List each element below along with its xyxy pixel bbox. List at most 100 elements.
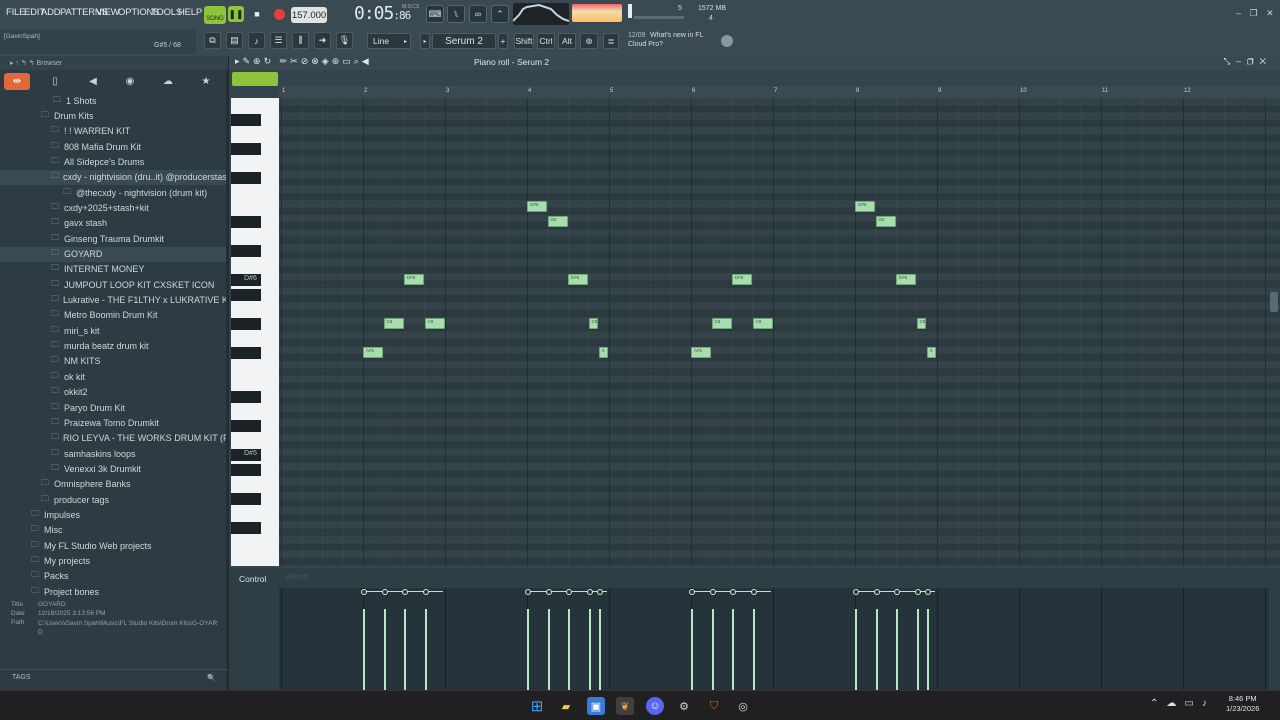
browser-tab-plugins[interactable]: ◀ xyxy=(80,73,106,90)
snap-selector[interactable]: Line ▸ xyxy=(367,33,411,49)
master-volume-slider[interactable] xyxy=(628,4,632,18)
black-key[interactable] xyxy=(231,288,261,301)
velocity-handle[interactable] xyxy=(525,589,531,595)
black-key[interactable] xyxy=(231,318,261,330)
browser-folder[interactable]: 🗀 Misc xyxy=(0,523,226,538)
brave-browser-icon[interactable]: ⛉ xyxy=(705,697,723,715)
browser-folder[interactable]: 🗀 Metro Boomin Drum Kit xyxy=(0,308,226,323)
browser-tab-all[interactable]: ⇹ xyxy=(4,73,30,90)
browser-folder[interactable]: 🗀 gavx stash xyxy=(0,216,226,231)
tempo-display[interactable]: 157.000 xyxy=(291,7,327,23)
add-pattern-button[interactable]: + xyxy=(498,33,508,49)
velocity-handle[interactable] xyxy=(566,589,572,595)
app-icon[interactable]: ◎ xyxy=(734,697,752,715)
fl-studio-icon[interactable]: ❦ xyxy=(616,697,634,715)
black-key[interactable] xyxy=(231,522,261,535)
note[interactable]: G6 xyxy=(875,215,896,227)
browser-folder[interactable]: 🗀 Ginseng Trauma Drumkit xyxy=(0,231,226,246)
stop-button[interactable]: ■ xyxy=(249,6,265,22)
browser-folder[interactable]: 🗀 cxdy - nightvision (dru..it) @producers… xyxy=(0,169,226,185)
snap-button[interactable]: ⧉ xyxy=(204,32,221,49)
black-key[interactable] xyxy=(231,420,261,433)
note[interactable]: C6 xyxy=(916,318,927,329)
browser-folder[interactable]: 🗀 NM KITS xyxy=(0,354,226,369)
browser-folder[interactable]: 🗀 samhaskins loops xyxy=(0,446,226,461)
metronome-button[interactable]: ⌃ xyxy=(491,5,509,23)
velocity-handle[interactable] xyxy=(422,589,429,595)
note[interactable]: C6 xyxy=(383,318,404,329)
pattern-prev-button[interactable]: ▸ xyxy=(420,33,430,49)
browser-folder[interactable]: 🗀 My projects xyxy=(0,554,226,569)
browser-folder[interactable]: 🗀 Omnisphere Banks xyxy=(0,477,226,492)
restore-icon[interactable]: ❐ xyxy=(1250,8,1258,18)
browser-folder[interactable]: 🗀 Paryo Drum Kit xyxy=(0,400,226,415)
menu-help[interactable]: HELP xyxy=(178,7,202,18)
photos-icon[interactable]: ▣ xyxy=(587,697,605,715)
velocity-handle[interactable] xyxy=(545,589,552,595)
black-key[interactable] xyxy=(231,142,261,155)
export-button[interactable]: ➜ xyxy=(314,32,331,49)
news-button[interactable]: ≣ xyxy=(603,33,619,49)
playlist-button[interactable]: ▤ xyxy=(226,32,243,49)
browser-folder[interactable]: 🗀 ! ! WARREN KIT xyxy=(0,124,226,139)
browser-tab-project[interactable]: ▯ xyxy=(42,73,68,90)
zoom-overview[interactable] xyxy=(232,72,278,86)
browser-folder[interactable]: 🗀 INTERNET MONEY xyxy=(0,262,226,277)
browser-folder[interactable]: 🗀 1 Shots xyxy=(0,93,226,108)
browser-folder[interactable]: 🗀 Praizewa Tomo Drumkit xyxy=(0,415,226,430)
note[interactable]: D#6 xyxy=(404,274,425,286)
browser-folder[interactable]: 🗀 All Sidepce's Drums xyxy=(0,154,226,169)
browser-folder[interactable]: 🗀 ok kit xyxy=(0,369,226,384)
menu-view[interactable]: VIEW xyxy=(96,7,120,18)
file-explorer-icon[interactable]: ▰ xyxy=(557,697,575,715)
discord-icon[interactable]: ☺ xyxy=(646,697,664,715)
velocity-handle[interactable] xyxy=(914,589,921,595)
velocity-handle[interactable] xyxy=(924,589,931,595)
pause-button[interactable]: ❚❚ xyxy=(228,6,244,22)
black-key[interactable] xyxy=(231,172,261,184)
news-line-1[interactable]: What's new in FL xyxy=(650,32,703,39)
piano-keyboard[interactable]: D#6 D#5 xyxy=(231,98,279,566)
black-key[interactable] xyxy=(231,215,261,228)
mixer-button[interactable]: ⫼ xyxy=(292,32,309,49)
menu-file[interactable]: FILE xyxy=(6,7,25,18)
news-line-2[interactable]: Cloud Pro? xyxy=(628,41,663,48)
step-edit-button[interactable]: ⑊ xyxy=(447,5,465,23)
velocity-handle[interactable] xyxy=(402,589,408,595)
black-key[interactable] xyxy=(231,464,261,476)
plugin-picker-button[interactable]: ⊛ xyxy=(580,33,598,49)
channel-rack-button[interactable]: ☰ xyxy=(270,32,287,49)
tags-bar[interactable]: TAGS 🔍 xyxy=(0,669,228,687)
alt-key-button[interactable]: Alt xyxy=(558,33,576,49)
pattern-selector[interactable]: Serum 2 xyxy=(432,33,496,49)
shift-key-button[interactable]: Shift xyxy=(514,33,534,49)
taskbar-clock[interactable]: 8:46 PM 1/23/2026 xyxy=(1226,694,1259,714)
vertical-scrollbar-thumb[interactable] xyxy=(1270,292,1278,312)
search-icon[interactable]: 🔍 xyxy=(207,674,216,682)
piano-roll-tools-icon[interactable]: ▸✎⊕↻ ✏✂⊘⊗◈⊛▭⌕◀ xyxy=(235,56,372,67)
note[interactable]: C6 xyxy=(711,318,732,329)
browser-tab-favorites[interactable]: ★ xyxy=(193,73,219,90)
browser-folder[interactable]: 🗀 Venexxi 3k Drumkit xyxy=(0,461,226,476)
note[interactable]: C6 xyxy=(424,318,445,329)
browser-folder[interactable]: 🗀 My FL Studio Web projects xyxy=(0,538,226,553)
record-button[interactable] xyxy=(271,6,287,22)
browser-folder[interactable]: 🗀 Lukrative - THE F1LTHY x LUKRATIVE KIT xyxy=(0,293,226,308)
browser-folder[interactable]: 🗀 @thecxdy - nightvision (drum kit) xyxy=(0,185,226,200)
velocity-handle[interactable] xyxy=(709,589,716,595)
browser-folder[interactable]: 🗀 producer tags xyxy=(0,492,226,507)
steam-icon[interactable]: ⚙ xyxy=(675,697,693,715)
control-target[interactable]: Velocity xyxy=(285,574,309,581)
velocity-handle[interactable] xyxy=(689,589,695,595)
velocity-handle[interactable] xyxy=(750,589,757,595)
minimize-icon[interactable]: – xyxy=(1236,8,1241,18)
song-mode-toggle[interactable]: SONG xyxy=(204,6,226,24)
browser-folder[interactable]: 🗀 808 Mafia Drum Kit xyxy=(0,139,226,154)
piano-roll-button[interactable]: ♪ xyxy=(248,32,265,49)
note[interactable]: A#5 xyxy=(363,347,384,359)
ctrl-key-button[interactable]: Ctrl xyxy=(537,33,555,49)
menu-add[interactable]: ADD xyxy=(41,7,61,18)
velocity-handle[interactable] xyxy=(381,589,388,595)
note[interactable]: G6 xyxy=(547,215,568,227)
browser-tab-database[interactable]: ◉ xyxy=(117,73,143,90)
